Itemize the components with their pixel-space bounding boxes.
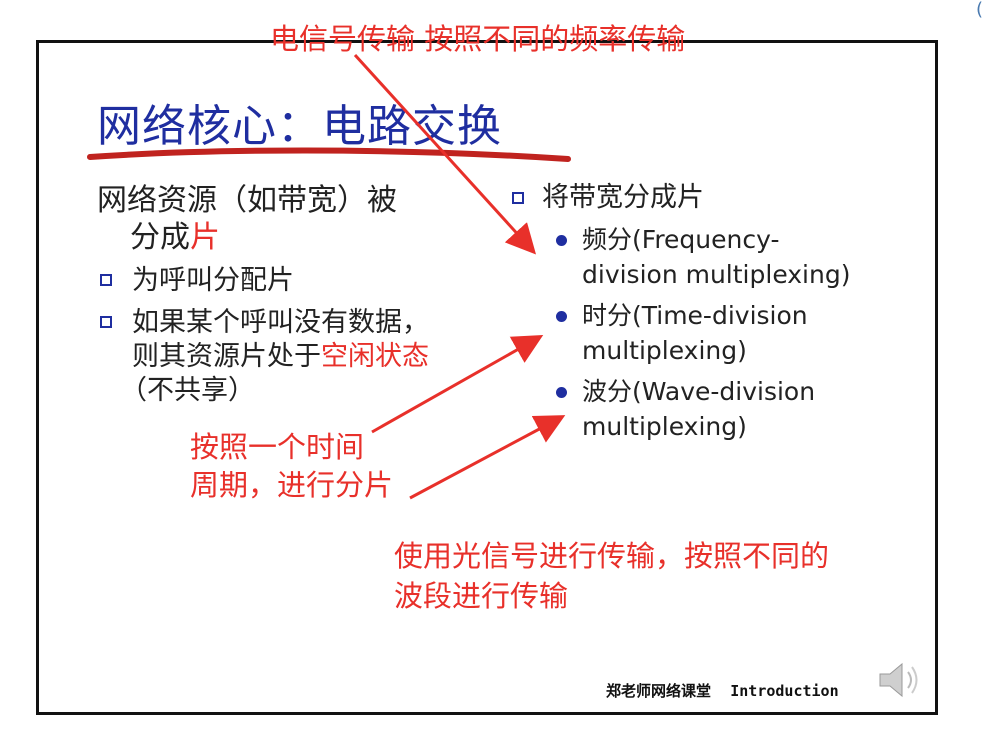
left-bullet-2-line-1: 如果某个呼叫没有数据， — [132, 307, 429, 338]
annotation-time-line-1: 按照一个时间 — [190, 430, 365, 464]
footer-section: Introduction — [730, 682, 839, 700]
fdm-item: 频分(Frequency- division multiplexing) — [512, 222, 912, 292]
edge-glyph: ( — [976, 0, 984, 20]
intro-line-2-plain: 分成 — [130, 220, 190, 255]
left-bullet-2-line-2: 则其资源片处于空闲状态 — [132, 340, 477, 374]
wdm-item: 波分(Wave-division multiplexing) — [512, 374, 912, 444]
tdm-line-1: 时分(Time-division — [582, 301, 808, 330]
left-bullet-2: 如果某个呼叫没有数据， 则其资源片处于空闲状态 （不共享） — [97, 306, 477, 408]
right-heading-text: 将带宽分成片 — [542, 182, 704, 213]
dot-bullet-icon — [556, 387, 567, 398]
left-column: 网络资源（如带宽）被 分成片 为呼叫分配片 如果某个呼叫没有数据， 则其资源片处… — [97, 182, 477, 408]
checkbox-bullet-icon — [100, 274, 112, 286]
annotation-wave-line-2: 波段进行传输 — [394, 579, 569, 613]
right-column: 将带宽分成片 频分(Frequency- division multiplexi… — [512, 180, 912, 444]
annotation-time-line-2: 周期，进行分片 — [190, 468, 394, 502]
annotation-frequency: 电信号传输 按照不同的频率传输 — [270, 22, 686, 56]
annotation-time: 按照一个时间 周期，进行分片 — [190, 428, 393, 504]
left-bullet-2-line-2-plain: 则其资源片处于 — [132, 341, 321, 372]
intro-paragraph: 网络资源（如带宽）被 分成片 — [97, 182, 477, 256]
slide-footer: 郑老师网络课堂 Introduction — [606, 680, 853, 701]
title-underline — [87, 147, 571, 162]
left-bullet-1: 为呼叫分配片 — [97, 264, 477, 298]
checkbox-bullet-icon — [100, 316, 112, 328]
tdm-item: 时分(Time-division multiplexing) — [512, 298, 912, 368]
speaker-icon[interactable] — [874, 654, 926, 706]
left-bullet-1-text: 为呼叫分配片 — [132, 265, 294, 296]
idle-state-highlight: 空闲状态 — [321, 341, 429, 372]
fdm-line-2: division multiplexing) — [582, 260, 851, 289]
footer-brand: 郑老师网络课堂 — [606, 682, 712, 700]
left-bullet-2-line-3: （不共享） — [120, 375, 255, 406]
annotation-wave: 使用光信号进行传输，按照不同的 波段进行传输 — [394, 536, 829, 616]
intro-line-2: 分成片 — [97, 219, 477, 256]
tdm-line-2: multiplexing) — [582, 336, 747, 365]
checkbox-bullet-icon — [512, 192, 524, 204]
dot-bullet-icon — [556, 311, 567, 322]
wdm-line-1: 波分(Wave-division — [582, 377, 816, 406]
wdm-line-2: multiplexing) — [582, 412, 747, 441]
intro-line-2-highlight: 片 — [190, 220, 220, 255]
fdm-line-1: 频分(Frequency- — [582, 225, 780, 254]
right-heading: 将带宽分成片 — [512, 180, 912, 216]
dot-bullet-icon — [556, 235, 567, 246]
intro-line-1: 网络资源（如带宽）被 — [97, 183, 397, 218]
annotation-wave-line-1: 使用光信号进行传输，按照不同的 — [394, 539, 830, 573]
